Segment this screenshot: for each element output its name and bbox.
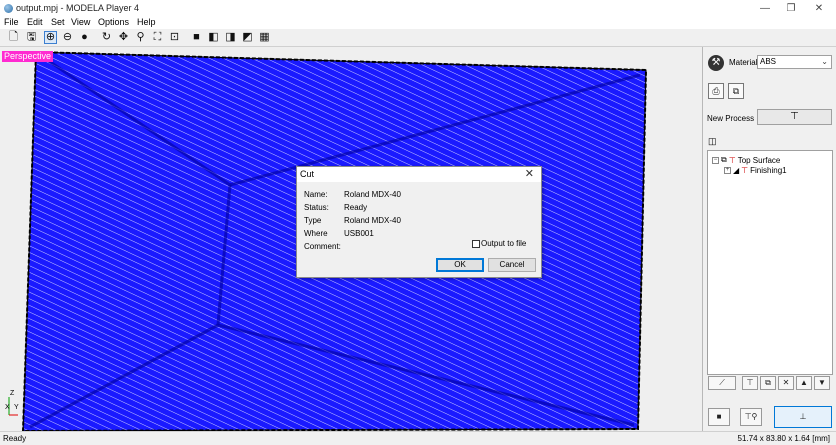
axis-indicator: Z X Y: [5, 390, 19, 416]
move-up-icon[interactable]: ▲: [796, 376, 812, 390]
field-label: Type: [304, 216, 322, 225]
material-icon: ⚒: [708, 55, 724, 71]
material-value: ABS: [760, 57, 777, 66]
field-label: Status:: [304, 203, 329, 212]
save-icon[interactable]: 🖫: [25, 31, 38, 44]
title-bar: output.mpj - MODELA Player 4 — ❐ ✕: [0, 0, 836, 17]
new-process-label: New Process: [707, 114, 755, 123]
menu-file[interactable]: File: [4, 17, 19, 27]
tool-settings-icon[interactable]: ⊤: [742, 376, 758, 390]
ok-button[interactable]: OK: [436, 258, 484, 272]
surface-icon: ⧉: [721, 155, 727, 164]
checkbox-label: Output to file: [481, 239, 527, 248]
stock-icon[interactable]: ⧉: [728, 83, 744, 99]
cancel-button[interactable]: Cancel: [488, 258, 536, 272]
window-title: output.mpj - MODELA Player 4: [16, 3, 140, 13]
toolpath-icon[interactable]: ⟋: [708, 376, 736, 390]
pan-icon[interactable]: ✥: [117, 31, 130, 44]
dialog-close-button[interactable]: ✕: [525, 167, 534, 180]
output-to-file-checkbox[interactable]: Output to file: [472, 239, 526, 248]
field-value: Ready: [344, 203, 368, 212]
axis-x-label: X: [5, 404, 10, 411]
iso-cube-icon[interactable]: ◩: [241, 31, 254, 44]
field-value: USB001: [344, 229, 374, 238]
model-dimensions: 51.74 x 83.80 x 1.64 [mm]: [737, 434, 831, 443]
new-icon[interactable]: 🗋: [7, 31, 20, 44]
menu-edit[interactable]: Edit: [27, 17, 43, 27]
chevron-down-icon: ⌄: [821, 57, 828, 66]
dialog-title: Cut: [300, 169, 315, 179]
status-bar: Ready 51.74 x 83.80 x 1.64 [mm]: [0, 431, 836, 445]
axis-z-label: Z: [10, 390, 15, 397]
tool-icon: ⊤: [728, 155, 736, 165]
tree-item-label: Top Surface: [737, 155, 781, 165]
delete-icon[interactable]: ✕: [778, 376, 794, 390]
close-button[interactable]: ✕: [804, 1, 834, 16]
wire-cube-icon[interactable]: ◧: [207, 31, 220, 44]
stop-icon[interactable]: ■: [708, 408, 730, 426]
material-select[interactable]: ABS ⌄: [757, 55, 832, 69]
menu-bar: File Edit Set View Options Help: [0, 17, 836, 29]
dialog-title-bar: Cut ✕: [297, 167, 541, 182]
tool-icon: ⊤: [741, 166, 749, 175]
process-tab-icon[interactable]: ◫: [708, 136, 717, 147]
material-label: Material: [729, 58, 758, 67]
grid-view-icon[interactable]: ▦: [258, 31, 271, 44]
toolbar: 🗋 🖫 ⊕ ⊖ ● ↻ ✥ ⚲ ⛶ ⊡ ■ ◧ ◨ ◩ ▦: [0, 29, 836, 47]
menu-options[interactable]: Options: [98, 17, 129, 27]
collapse-icon[interactable]: −: [712, 156, 719, 164]
restore-button[interactable]: ❐: [776, 1, 806, 16]
field-value: Roland MDX-40: [344, 190, 401, 199]
copy-icon[interactable]: ⧉: [760, 376, 776, 390]
shaded-cube-icon[interactable]: ◨: [224, 31, 237, 44]
machine-icon[interactable]: ⎙: [708, 83, 724, 99]
new-process-button[interactable]: ⊤: [757, 109, 832, 125]
perspective-icon[interactable]: ⊕: [44, 31, 57, 44]
field-label: Name:: [304, 190, 328, 199]
view-mode-label: Perspective: [2, 51, 54, 62]
expand-icon[interactable]: +: [724, 167, 731, 174]
menu-set[interactable]: Set: [51, 17, 65, 27]
process-panel: ⚒ Material ABS ⌄ ⎙ ⧉ New Process ⊤ ◫ − ⧉…: [704, 47, 836, 431]
cut-button[interactable]: ⊥: [774, 406, 832, 428]
menu-help[interactable]: Help: [137, 17, 156, 27]
tree-item-finishing1[interactable]: + ◢ ⊤ Finishing1: [724, 166, 787, 175]
rotate-icon[interactable]: ↻: [100, 31, 113, 44]
sphere-view-icon[interactable]: ●: [78, 31, 91, 44]
status-text: Ready: [3, 434, 27, 443]
zoom-icon[interactable]: ⚲: [134, 31, 147, 44]
field-label: Comment:: [304, 242, 341, 251]
front-view-icon[interactable]: ⊖: [61, 31, 74, 44]
cut-dialog: Cut ✕ Name: Roland MDX-40 Status: Ready …: [296, 166, 542, 278]
move-down-icon[interactable]: ▼: [814, 376, 830, 390]
tree-item-top-surface[interactable]: − ⧉ ⊤ Top Surface: [712, 155, 780, 165]
checkbox-box[interactable]: [472, 239, 480, 248]
app-icon: [4, 4, 13, 13]
finish-icon: ◢: [733, 166, 740, 175]
solid-view-icon[interactable]: ■: [190, 31, 203, 44]
fit-icon[interactable]: ⛶: [151, 31, 164, 44]
field-value: Roland MDX-40: [344, 216, 401, 225]
process-tree: − ⧉ ⊤ Top Surface + ◢ ⊤ Finishing1: [707, 150, 833, 375]
zoom-area-icon[interactable]: ⊡: [168, 31, 181, 44]
field-label: Where: [304, 229, 328, 238]
preview-cut-icon[interactable]: ⊤⚲: [740, 408, 762, 426]
axis-y-label: Y: [14, 404, 19, 411]
menu-view[interactable]: View: [71, 17, 90, 27]
tree-item-label: Finishing1: [750, 166, 787, 175]
